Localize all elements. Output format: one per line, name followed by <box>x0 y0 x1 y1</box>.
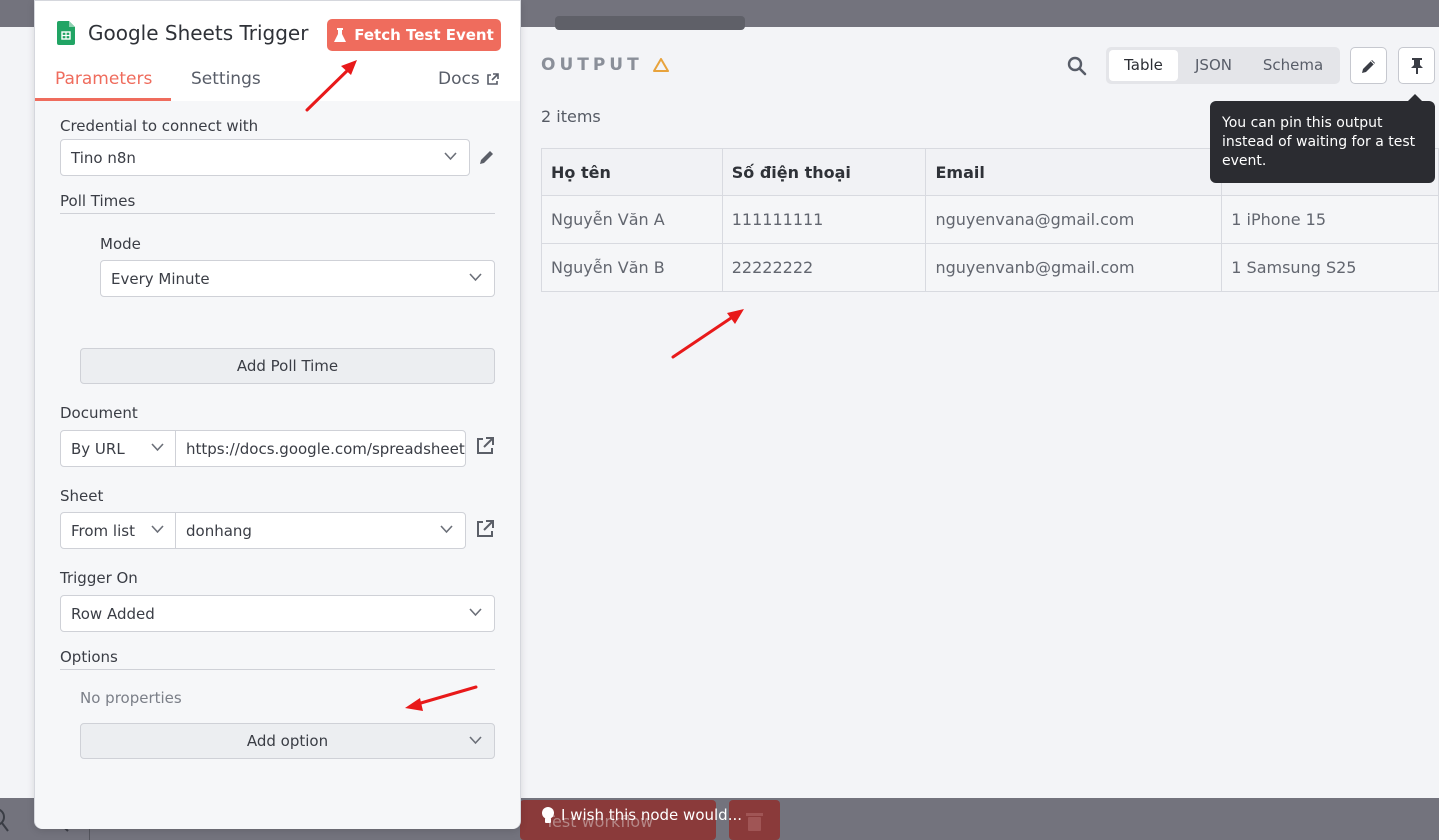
divider <box>60 669 495 670</box>
no-properties-text: No properties <box>80 689 182 707</box>
table-cell: nguyenvanb@gmail.com <box>925 243 1223 292</box>
trigger-on-label: Trigger On <box>60 569 138 587</box>
chevron-down-icon <box>151 443 164 452</box>
chevron-down-icon <box>151 525 164 534</box>
external-link-icon[interactable] <box>475 436 495 456</box>
node-title: Google Sheets Trigger <box>88 21 309 45</box>
document-mode-select[interactable]: By URL <box>60 430 177 467</box>
warning-icon <box>652 58 669 72</box>
credential-value: Tino n8n <box>71 148 136 167</box>
table-cell: nguyenvana@gmail.com <box>925 195 1223 244</box>
document-url-input[interactable]: https://docs.google.com/spreadsheets/ <box>175 430 466 467</box>
output-title: OUTPUT <box>541 55 669 75</box>
chevron-down-icon <box>469 736 482 745</box>
poll-times-label: Poll Times <box>60 192 136 210</box>
mode-label: Mode <box>100 235 141 253</box>
chevron-down-icon <box>469 273 482 282</box>
options-label: Options <box>60 648 118 666</box>
annotation-arrow <box>671 309 744 359</box>
add-option-label: Add option <box>246 732 329 750</box>
output-title-text: OUTPUT <box>541 55 643 75</box>
pencil-icon[interactable] <box>477 147 497 167</box>
node-parameters-panel: Google Sheets Trigger Fetch Test Event P… <box>34 0 521 829</box>
sheet-mode-value: From list <box>71 521 135 540</box>
chevron-down-icon <box>469 608 482 617</box>
sheet-mode-select[interactable]: From list <box>60 512 177 549</box>
items-count: 2 items <box>541 107 601 126</box>
docs-label: Docs <box>438 69 480 89</box>
table-cell: Nguyễn Văn A <box>541 195 723 244</box>
table-row: Nguyễn Văn A 111111111 nguyenvana@gmail.… <box>541 195 1439 244</box>
lightbulb-icon <box>542 807 554 823</box>
edit-output-button[interactable] <box>1350 47 1387 84</box>
canvas-header-tab <box>555 16 745 30</box>
credential-select[interactable]: Tino n8n <box>60 139 470 176</box>
sheet-label: Sheet <box>60 487 104 505</box>
chevron-down-icon <box>444 152 457 161</box>
flask-icon <box>334 27 347 42</box>
search-icon[interactable] <box>1066 55 1088 77</box>
feedback-link[interactable]: I wish this node would... <box>541 806 742 824</box>
credential-label: Credential to connect with <box>60 117 259 135</box>
fetch-test-event-button[interactable]: Fetch Test Event <box>327 19 501 51</box>
column-header: Email <box>925 148 1223 196</box>
document-url-value: https://docs.google.com/spreadsheets/ <box>186 439 466 458</box>
external-link-icon[interactable] <box>475 519 495 539</box>
output-view-toggle: Table JSON Schema <box>1106 47 1340 84</box>
trigger-on-select[interactable]: Row Added <box>60 595 495 632</box>
panel-body: Credential to connect with Tino n8n Poll… <box>35 101 520 829</box>
docs-link[interactable]: Docs <box>438 69 499 89</box>
table-cell: Nguyễn Văn B <box>541 243 723 292</box>
sheet-value: donhang <box>186 521 252 540</box>
fetch-test-event-label: Fetch Test Event <box>354 26 494 44</box>
chevron-down-icon <box>440 525 453 534</box>
divider <box>60 213 495 214</box>
view-table-button[interactable]: Table <box>1109 50 1178 81</box>
table-cell: 1 Samsung S25 <box>1221 243 1439 292</box>
trigger-on-value: Row Added <box>71 604 155 623</box>
pencil-icon <box>1361 59 1375 73</box>
table-cell: 22222222 <box>721 243 927 292</box>
table-row: Nguyễn Văn B 22222222 nguyenvanb@gmail.c… <box>541 243 1439 292</box>
document-mode-value: By URL <box>71 439 125 458</box>
add-option-button[interactable]: Add option <box>80 723 495 759</box>
table-cell: 1 iPhone 15 <box>1221 195 1439 244</box>
add-poll-time-button[interactable]: Add Poll Time <box>80 348 495 384</box>
google-sheets-icon <box>57 21 75 45</box>
tab-parameters[interactable]: Parameters <box>55 69 152 89</box>
view-json-button[interactable]: JSON <box>1178 50 1249 81</box>
view-schema-button[interactable]: Schema <box>1249 50 1337 81</box>
sheet-select[interactable]: donhang <box>175 512 466 549</box>
pin-tooltip: You can pin this output instead of waiti… <box>1210 101 1435 183</box>
mode-value: Every Minute <box>111 269 210 288</box>
table-cell: 111111111 <box>721 195 927 244</box>
column-header: Họ tên <box>541 148 723 196</box>
panel-header: Google Sheets Trigger Fetch Test Event P… <box>35 1 520 101</box>
pin-icon <box>1410 57 1423 74</box>
tab-settings[interactable]: Settings <box>191 69 261 89</box>
pin-output-button[interactable] <box>1398 47 1435 84</box>
feedback-text: I wish this node would... <box>561 806 743 824</box>
mode-select[interactable]: Every Minute <box>100 260 495 297</box>
column-header: Số điện thoại <box>721 148 927 196</box>
external-link-icon <box>486 72 499 85</box>
document-label: Document <box>60 404 138 422</box>
